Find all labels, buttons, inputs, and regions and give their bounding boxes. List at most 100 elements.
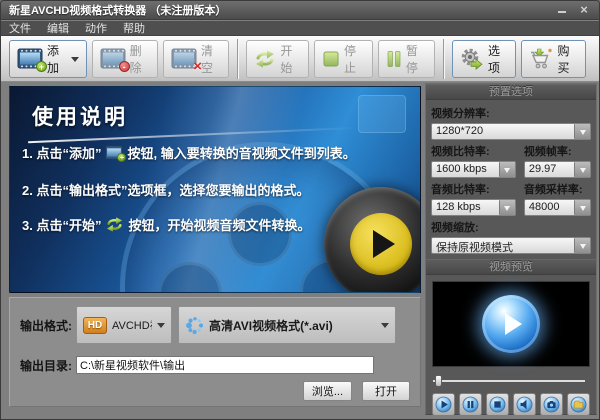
- resolution-value: 1280*720: [432, 124, 574, 139]
- x-badge-icon: ×: [193, 58, 202, 75]
- film-reel-hole: [228, 202, 292, 266]
- seek-thumb[interactable]: [435, 375, 442, 387]
- audio-bitrate-select[interactable]: 128 kbps: [431, 199, 516, 216]
- volume-button[interactable]: [513, 393, 536, 416]
- cart-icon: [529, 48, 553, 69]
- step3-text-pre: 3. 点击“开始”: [22, 215, 101, 234]
- chevron-down-icon[interactable]: [574, 162, 590, 177]
- toolbar-separator: [237, 39, 239, 79]
- chevron-down-icon[interactable]: [499, 162, 515, 177]
- stop-square-icon: [322, 50, 340, 68]
- pause-button[interactable]: 暂停: [378, 40, 435, 78]
- chevron-down-icon[interactable]: [574, 200, 590, 215]
- scale-label: 视频缩放:: [431, 219, 591, 235]
- audio-bitrate-value: 128 kbps: [432, 200, 499, 215]
- output-format-label: 输出格式:: [20, 317, 76, 334]
- instruction-step-1: 1. 点击“添加” + 按钮, 输入要转换的音视频文件到列表。: [22, 143, 356, 162]
- chevron-down-icon: [71, 57, 79, 66]
- output-dir-input[interactable]: [76, 356, 374, 374]
- film-reel-hole: [158, 262, 222, 293]
- format-select[interactable]: 高清AVI视频格式(*.avi): [178, 306, 396, 344]
- video-bitrate-select[interactable]: 1600 kbps: [431, 161, 516, 178]
- remove-button[interactable]: - 删除: [92, 40, 158, 78]
- minus-badge-icon: -: [119, 61, 130, 72]
- video-bitrate-label: 视频比特率:: [431, 143, 516, 159]
- menu-edit[interactable]: 编辑: [47, 20, 69, 36]
- play-triangle-icon: [505, 313, 522, 335]
- preset-panel: 预置选项 视频分辨率: 1280*720 视频比特率: 1600 kbps 视频…: [425, 83, 597, 415]
- sync-arrows-icon: [254, 50, 276, 68]
- instruction-step-2: 2. 点击“输出格式”选项框，选择您要输出的格式。: [22, 180, 309, 199]
- buy-button[interactable]: 购买: [521, 40, 586, 78]
- step1-text-post: 按钮, 输入要转换的音视频文件到列表。: [127, 143, 355, 162]
- frame-rate-select[interactable]: 29.97: [524, 161, 591, 178]
- film-add-icon: +: [17, 48, 43, 69]
- close-icon[interactable]: [577, 4, 591, 16]
- film-clear-icon: ×: [171, 48, 197, 69]
- open-folder-button[interactable]: [567, 393, 590, 416]
- format-dots-icon: [185, 316, 204, 335]
- pause-bars-icon: [386, 50, 402, 68]
- options-button[interactable]: 选项: [452, 40, 517, 78]
- snapshot-button[interactable]: [540, 393, 563, 416]
- hd-badge-icon: HD: [83, 317, 107, 334]
- video-preview: [432, 281, 590, 367]
- resolution-select[interactable]: 1280*720: [431, 123, 591, 140]
- film-add-icon: +: [105, 145, 123, 160]
- audio-bitrate-label: 音频比特率:: [431, 181, 516, 197]
- menu-help[interactable]: 帮助: [123, 20, 145, 36]
- menu-file[interactable]: 文件: [9, 20, 31, 36]
- menu-action[interactable]: 动作: [85, 20, 107, 36]
- remove-button-label: 删除: [130, 42, 150, 76]
- chevron-down-icon[interactable]: [499, 200, 515, 215]
- stop-button[interactable]: 停止: [314, 40, 373, 78]
- sample-rate-value: 48000: [525, 200, 574, 215]
- start-button[interactable]: 开始: [246, 40, 309, 78]
- clear-button[interactable]: × 清空: [163, 40, 229, 78]
- title-bar[interactable]: 新星AVCHD视频格式转换器 （未注册版本）: [1, 1, 599, 20]
- frame-rate-label: 视频帧率:: [524, 143, 591, 159]
- seek-slider[interactable]: [433, 375, 589, 387]
- banner-play-graphic: [324, 187, 421, 293]
- preview-play-icon[interactable]: [482, 295, 540, 353]
- scale-value: 保持原视频模式: [432, 238, 574, 253]
- video-bitrate-value: 1600 kbps: [432, 162, 499, 177]
- output-panel: 输出格式: HD AVCHD视频 高清AVI视频格式(*.avi): [9, 297, 421, 407]
- resolution-label: 视频分辨率:: [431, 105, 591, 121]
- pause-button-label: 暂停: [406, 42, 427, 76]
- format-value: 高清AVI视频格式(*.avi): [209, 317, 376, 334]
- preset-panel-header: 预置选项: [426, 84, 596, 100]
- step1-text-pre: 1. 点击“添加”: [22, 143, 101, 162]
- chevron-down-icon: [157, 323, 165, 332]
- container-select[interactable]: HD AVCHD视频: [76, 306, 172, 344]
- sample-rate-select[interactable]: 48000: [524, 199, 591, 216]
- open-button[interactable]: 打开: [362, 381, 410, 401]
- film-remove-icon: -: [100, 48, 126, 69]
- buy-button-label: 购买: [557, 42, 578, 76]
- toolbar: + 添加 - 删除: [1, 36, 599, 82]
- add-button[interactable]: + 添加: [9, 40, 87, 78]
- toolbar-separator: [443, 39, 445, 79]
- chevron-down-icon: [381, 323, 389, 332]
- stop-button[interactable]: [486, 393, 509, 416]
- pause-button[interactable]: [459, 393, 482, 416]
- menu-bar: 文件 编辑 动作 帮助: [1, 21, 599, 36]
- step3-text-post: 按钮，开始视频音频文件转换。: [128, 215, 310, 234]
- minimize-icon[interactable]: [555, 4, 569, 16]
- directory-row: 输出目录:: [20, 356, 412, 374]
- chevron-down-icon[interactable]: [574, 124, 590, 139]
- plus-badge-icon: +: [36, 61, 47, 72]
- banner-play-disc: [350, 213, 412, 275]
- sync-arrows-icon: [105, 217, 124, 232]
- play-button[interactable]: [432, 393, 455, 416]
- window-title: 新星AVCHD视频格式转换器 （未注册版本）: [9, 2, 226, 18]
- browse-button[interactable]: 浏览...: [303, 381, 352, 401]
- monitor-graphic: [358, 95, 406, 133]
- stop-button-label: 停止: [344, 42, 365, 76]
- preview-controls: [432, 393, 590, 416]
- play-triangle-icon: [373, 230, 395, 258]
- sample-rate-label: 音频采样率:: [524, 181, 591, 197]
- output-dir-label: 输出目录:: [20, 357, 76, 374]
- chevron-down-icon[interactable]: [574, 238, 590, 253]
- scale-select[interactable]: 保持原视频模式: [431, 237, 591, 254]
